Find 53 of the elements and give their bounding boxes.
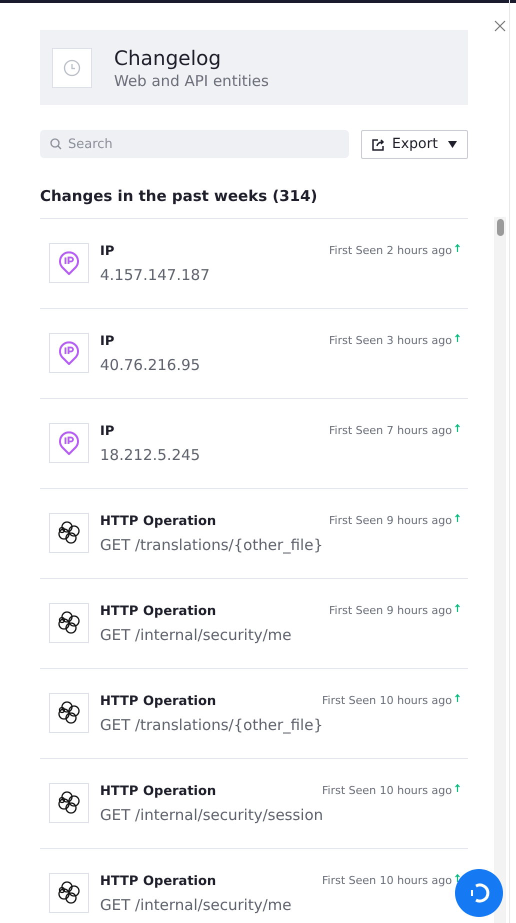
- up-arrow-icon: [455, 874, 460, 882]
- search-field[interactable]: Search: [40, 130, 349, 158]
- caret-icon: [448, 141, 457, 148]
- share-icon: [372, 138, 385, 151]
- panel-title: Changelog: [114, 44, 222, 70]
- entity-type: IP: [100, 423, 114, 441]
- close-icon: [494, 20, 506, 32]
- first-seen-time: First Seen 10 hours ago: [322, 873, 452, 889]
- entity-type: HTTP Operation: [100, 603, 216, 621]
- first-seen-time: First Seen 7 hours ago: [328, 423, 452, 439]
- entity-value: GET /translations/{other_file}: [100, 715, 324, 735]
- panel-subtitle: Web and API entities: [114, 70, 269, 90]
- entity-type: HTTP Operation: [100, 513, 216, 531]
- up-arrow-icon: [455, 784, 460, 792]
- circles-icon: [56, 520, 82, 546]
- entity-value: 18.212.5.245: [100, 445, 202, 465]
- first-seen-time: First Seen 3 hours ago: [328, 333, 452, 349]
- entity-type: IP: [100, 243, 114, 261]
- circles-icon: [56, 880, 82, 906]
- first-seen-time: First Seen 2 hours ago: [328, 243, 452, 259]
- up-arrow-icon: [455, 514, 460, 522]
- entity-type: HTTP Operation: [100, 783, 216, 801]
- up-arrow-icon: [455, 604, 460, 612]
- entity-value: GET /internal/security/me: [100, 895, 292, 915]
- list-heading: Changes in the past weeks (314): [40, 186, 318, 206]
- chat-button[interactable]: [455, 869, 503, 917]
- search-icon: [50, 138, 62, 150]
- entity-value: GET /internal/security/me: [100, 625, 292, 645]
- entity-value: 4.157.147.187: [100, 265, 211, 285]
- first-seen-time: First Seen 10 hours ago: [322, 693, 452, 709]
- circles-icon: [56, 610, 82, 636]
- first-seen-time: First Seen 9 hours ago: [328, 603, 452, 619]
- export-button[interactable]: Export: [361, 130, 468, 159]
- location-pin-icon: [57, 340, 81, 366]
- up-arrow-icon: [455, 244, 460, 252]
- entity-type: HTTP Operation: [100, 693, 216, 711]
- entity-type: IP: [100, 333, 114, 351]
- circles-icon: [56, 700, 82, 726]
- location-pin-icon: [57, 250, 81, 276]
- entity-value: GET /translations/{other_file}: [100, 535, 324, 555]
- up-arrow-icon: [455, 334, 460, 342]
- first-seen-time: First Seen 10 hours ago: [322, 783, 452, 799]
- location-pin-icon: [57, 430, 81, 456]
- up-arrow-icon: [455, 694, 460, 702]
- first-seen-time: First Seen 9 hours ago: [328, 513, 452, 529]
- entity-type: HTTP Operation: [100, 873, 216, 891]
- clock-icon: [63, 58, 81, 76]
- up-arrow-icon: [455, 424, 460, 432]
- circles-icon: [56, 790, 82, 816]
- entity-value: 40.76.216.95: [100, 355, 202, 375]
- close-button[interactable]: [492, 18, 508, 34]
- scrollbar-thumb[interactable]: [496, 219, 504, 236]
- entity-value: GET /internal/security/session: [100, 805, 324, 825]
